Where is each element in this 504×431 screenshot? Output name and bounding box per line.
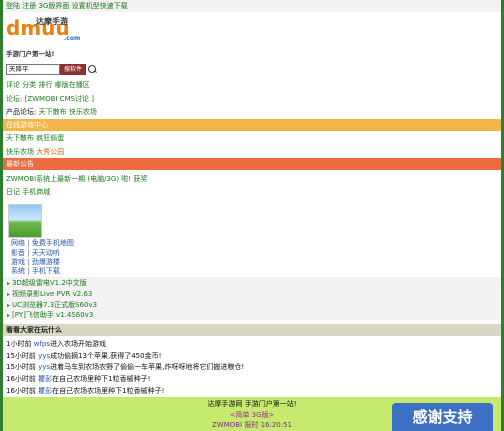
activity-time: 1小时前	[6, 340, 32, 348]
game-link[interactable]: 天下散布	[6, 134, 34, 142]
logo-domain: .com	[64, 35, 80, 42]
activity-user[interactable]: yys	[38, 352, 50, 360]
product-forum-link[interactable]: 天下散布	[39, 108, 67, 116]
activity-header: 看看大家在玩什么	[3, 324, 501, 336]
forum-link[interactable]: [ZWMOBI CMS讨论 ]	[25, 95, 94, 103]
activity-user[interactable]: wfps	[34, 340, 50, 348]
game-link[interactable]: 疯狂偷蛋	[36, 134, 64, 142]
activity-item: 15小时前 yys进着马车到农场农野了偷偷一车苹果,炸呀呀地将它们搬进粮仓!	[6, 362, 244, 373]
category-row: 系统 | 手机下载	[11, 267, 60, 275]
notice-row: ZWMOBI系统上最新一期 (电脑/3G) 啦! 获奖	[3, 173, 501, 185]
nav-item[interactable]: 哪版在播区	[55, 81, 90, 89]
search-button[interactable]: 搜软件	[60, 64, 86, 75]
logo[interactable]: dmuu 达摩手游 .com	[6, 16, 90, 44]
software-name[interactable]: 3D超级雷电V1.2中文版	[12, 279, 87, 287]
category-value[interactable]: 劲爆游楼	[32, 258, 60, 266]
search-icon[interactable]	[88, 65, 96, 73]
nav-item[interactable]: 分类	[22, 81, 36, 89]
activity-text: 进入农场开始游戏	[49, 340, 106, 348]
activity-item: 16小时前 瞿彭在自己农场里种下1粒香椒种子!	[6, 374, 150, 385]
search-row: 天降平 搜软件	[3, 64, 501, 76]
bullet-icon: ▸	[7, 302, 11, 309]
forum-row: 论坛: [ZWMOBI CMS讨论 ]	[3, 94, 501, 105]
product-forum-link[interactable]: 快乐农场	[69, 108, 97, 116]
category-value[interactable]: 免费手机地图	[32, 239, 74, 247]
thanks-support-label: 感谢支持	[412, 408, 473, 426]
activity-text: 在自己农场里种下1粒香椒种子!	[52, 375, 151, 383]
activity-time: 16小时前	[6, 375, 36, 383]
category-key[interactable]: 影音	[11, 249, 25, 257]
search-input[interactable]: 天降平	[6, 64, 60, 75]
activity-time: 16小时前	[6, 387, 36, 395]
activity-item: 15小时前 yys成功偷摘13个苹果,获得了450金币!	[6, 351, 161, 362]
category-key[interactable]: 系统	[11, 267, 25, 275]
software-name[interactable]: UC浏览器7.3正式版S60v3	[12, 301, 97, 309]
bullet-icon: ▸	[7, 280, 11, 287]
3g-view-link[interactable]: 3G版界面	[38, 2, 69, 10]
activity-user[interactable]: yys	[38, 363, 50, 371]
notice-header: 最新公告	[3, 158, 501, 170]
activity-item: 16小时前 瞿彭在自己农场农场里种下1粒香椒种子!	[6, 386, 164, 397]
game-center-header: 在线游戏中心	[3, 119, 501, 131]
category-key[interactable]: 游戏	[11, 258, 25, 266]
activity-text: 成功偷摘13个苹果,获得了450金币!	[50, 352, 162, 360]
slogan: 手游门户第一站!	[6, 50, 55, 58]
game-link[interactable]: 快乐农场	[6, 148, 34, 156]
activity-text: 进着马车到农场农野了偷偷一车苹果,炸呀呀地将它们搬进粮仓!	[50, 363, 245, 371]
activity-user[interactable]: 瞿彭	[38, 375, 52, 383]
settings-link[interactable]: 设置机型快速下载	[72, 2, 128, 10]
forum-label: 论坛:	[6, 95, 23, 103]
software-name[interactable]: [PY]飞信助手 v1.4S60v3	[12, 311, 93, 319]
activity-time: 15小时前	[6, 352, 36, 360]
nav-item[interactable]: 排行	[38, 81, 52, 89]
promo-thumbnail[interactable]	[8, 204, 42, 238]
register-link[interactable]: 注册	[22, 2, 36, 10]
nav-links: 评论 分类 排行 哪版在播区	[3, 80, 501, 91]
category-row: 网络 | 免费手机地图	[11, 239, 74, 247]
software-item[interactable]: ▸ 3D超级雷电V1.2中文版	[7, 278, 87, 288]
notice-link[interactable]: ZWMOBI系统上最新一期 (电脑/3G) 啦!	[6, 175, 131, 183]
activity-item: 1小时前 wfps进入农场开始游戏	[6, 339, 106, 350]
activity-user[interactable]: 瞿彭	[38, 387, 52, 395]
game-row: 天下散布 疯狂偷蛋	[3, 132, 501, 144]
game-row: 快乐农场 大秀公园	[3, 146, 501, 158]
category-key[interactable]: 网络	[11, 239, 25, 247]
category-value[interactable]: 天天动听	[32, 249, 60, 257]
diary-row: 日记 手机商城	[3, 186, 501, 198]
product-forum-row: 产品论坛: 天下散布 快乐农场	[3, 107, 501, 118]
category-value[interactable]: 手机下载	[32, 267, 60, 275]
mall-link[interactable]: 手机商城	[22, 188, 50, 196]
product-forum-label: 产品论坛:	[6, 108, 37, 116]
diary-link[interactable]: 日记	[6, 188, 20, 196]
thanks-support-button[interactable]: 感谢支持	[392, 403, 493, 431]
bullet-icon: ▸	[7, 312, 11, 319]
activity-text: 在自己农场农场里种下1粒香椒种子!	[52, 387, 165, 395]
bullet-icon: ▸	[7, 291, 11, 298]
login-link[interactable]: 登陆	[6, 2, 20, 10]
game-link[interactable]: 大秀公园	[36, 148, 64, 156]
activity-time: 15小时前	[6, 363, 36, 371]
software-item[interactable]: ▸ 视频录影Live PVR v2.63	[7, 289, 92, 299]
notice-award-link[interactable]: 获奖	[133, 175, 147, 183]
top-bar: 登陆 注册 3G版界面 设置机型快速下载	[3, 0, 501, 12]
logo-brand-cn: 达摩手游	[36, 16, 68, 26]
software-item[interactable]: ▸ [PY]飞信助手 v1.4S60v3	[7, 310, 93, 320]
software-list: ▸ 3D超级雷电V1.2中文版 ▸ 视频录影Live PVR v2.63 ▸ UC浏览…	[3, 277, 501, 320]
software-name[interactable]: 视频录影Live PVR v2.63	[12, 290, 92, 298]
nav-item[interactable]: 评论	[6, 81, 20, 89]
software-item[interactable]: ▸ UC浏览器7.3正式版S60v3	[7, 300, 97, 310]
